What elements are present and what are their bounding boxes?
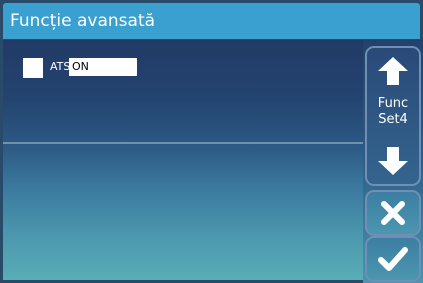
arrow-down-icon <box>378 147 408 175</box>
close-icon <box>381 201 405 225</box>
arrow-up-icon <box>378 57 408 85</box>
cancel-button[interactable] <box>365 190 421 236</box>
ats-value: ON <box>72 60 89 73</box>
screen: Funcție avansată ON ATS Func Set4 <box>0 0 423 283</box>
checkmark-icon <box>378 247 408 271</box>
side-controls: Func Set4 <box>363 40 423 283</box>
down-button[interactable] <box>373 146 413 176</box>
func-label-line1: Func <box>377 96 409 111</box>
func-label-line2: Set4 <box>378 112 408 127</box>
up-button[interactable] <box>373 56 413 86</box>
title-bar: Funcție avansată <box>3 3 420 39</box>
ats-value-field[interactable]: ON <box>69 58 137 76</box>
nav-group: Func Set4 <box>365 46 421 186</box>
divider <box>3 142 363 144</box>
confirm-button[interactable] <box>365 236 421 282</box>
page-title: Funcție avansată <box>10 11 156 31</box>
ats-label: ATS <box>50 60 71 73</box>
ats-checkbox[interactable] <box>23 58 43 78</box>
settings-panel: ON ATS <box>3 40 363 280</box>
func-set-label: Func Set4 <box>367 96 419 128</box>
